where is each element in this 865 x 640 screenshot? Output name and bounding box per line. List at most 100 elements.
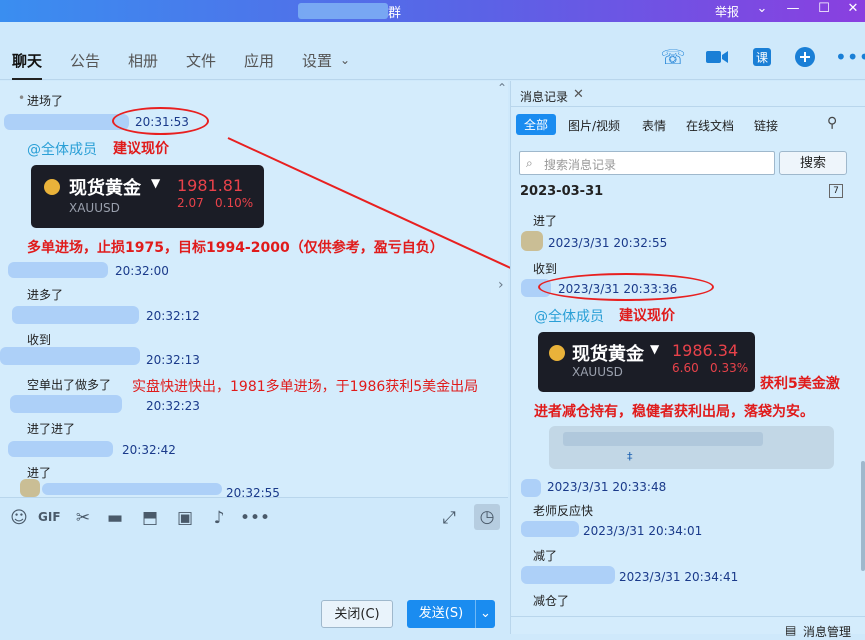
maximize-icon[interactable]: ☐ xyxy=(814,1,834,16)
more-icon[interactable]: ••• xyxy=(835,44,865,70)
tab-apps[interactable]: 应用 xyxy=(244,50,274,71)
mention-all[interactable]: @全体成员 xyxy=(534,306,604,326)
phone-call-icon[interactable]: ☏ xyxy=(660,44,686,70)
quote-percent: 0.33% xyxy=(710,361,749,375)
annotation-advice: 进者减仓持有，稳健者获利出局，落袋为安。 xyxy=(534,404,814,420)
tab-announcement[interactable]: 公告 xyxy=(70,50,100,71)
quote-code: XAUUSD xyxy=(69,201,120,215)
gif-icon[interactable]: GIF xyxy=(38,510,61,524)
calendar-icon[interactable]: 7 xyxy=(829,184,843,198)
quote-name: 现货黄金 xyxy=(69,178,141,199)
quote-change: 6.60 xyxy=(672,361,699,375)
bell-icon[interactable]: ♪ xyxy=(208,508,230,528)
message-input[interactable]: 关闭(C) 发送(S) ⌄ xyxy=(0,541,508,634)
manage-icon[interactable]: ▤ xyxy=(785,623,796,637)
send-button[interactable]: 发送(S) xyxy=(407,600,475,628)
blurred-group-name xyxy=(298,3,388,19)
more-tools-icon[interactable]: ••• xyxy=(240,508,270,528)
history-tab-stickers[interactable]: 表情 xyxy=(642,117,666,134)
bullet: • xyxy=(18,91,26,105)
emoji-icon[interactable]: ☺ xyxy=(8,508,30,528)
tab-files[interactable]: 文件 xyxy=(186,50,216,71)
scrollbar[interactable] xyxy=(861,461,865,571)
title-bar: 群 举报 ⌄ — ☐ ✕ xyxy=(0,0,865,22)
screenshot-icon[interactable]: ⬒ xyxy=(139,508,161,528)
blurred-sender xyxy=(10,395,122,413)
annotation-profit: 获利5美金激 xyxy=(760,376,840,392)
blurred-sender xyxy=(0,347,140,365)
quote-price: 1981.81 xyxy=(177,176,244,195)
history-tab-links[interactable]: 链接 xyxy=(754,117,778,134)
blurred-sender xyxy=(8,262,108,278)
message-manage-link[interactable]: 消息管理 xyxy=(803,623,851,640)
advice-label: 建议现价 xyxy=(619,308,675,324)
blurred-sender xyxy=(521,479,541,497)
history-tab-media[interactable]: 图片/视频 xyxy=(568,117,620,134)
history-time: 2023/3/31 20:34:41 xyxy=(619,570,739,584)
advice-label: 建议现价 xyxy=(113,141,169,157)
chevron-down-icon[interactable]: ⌄ xyxy=(752,1,772,16)
quote-change: 2.07 xyxy=(177,196,204,210)
blurred-message-card: ‡ xyxy=(549,426,834,469)
course-icon[interactable]: 课 xyxy=(749,44,775,70)
history-date: 2023-03-31 xyxy=(520,184,604,199)
minimize-icon[interactable]: — xyxy=(783,1,803,16)
chat-area: • 进场了 20:31:53 @全体成员 建议现价 现货黄金 ▼ XAUUSD … xyxy=(0,81,508,497)
message-time: 20:32:13 xyxy=(146,353,200,367)
gold-quote-card[interactable]: 现货黄金 ▼ XAUUSD 1986.34 6.60 0.33% xyxy=(538,332,755,392)
message-text: 空单出了做多了 xyxy=(27,378,112,392)
gold-coin-icon xyxy=(549,345,565,361)
history-message: 减仓了 xyxy=(533,594,570,608)
tab-chat[interactable]: 聊天 xyxy=(12,50,43,80)
history-message: 减了 xyxy=(533,549,558,563)
scissors-icon[interactable]: ✂ xyxy=(72,508,94,528)
image-icon[interactable]: ▣ xyxy=(174,508,196,528)
search-placeholder: 搜索消息记录 xyxy=(544,158,617,172)
blurred-sender xyxy=(521,566,615,584)
chevron-down-icon[interactable]: ⌄ xyxy=(340,53,350,67)
report-link[interactable]: 举报 xyxy=(715,3,739,20)
blurred-sender xyxy=(8,441,113,457)
history-time: 2023/3/31 20:32:55 xyxy=(548,236,668,250)
message-time: 20:32:23 xyxy=(146,399,200,413)
avatar xyxy=(521,231,543,251)
message-time: 20:32:42 xyxy=(122,443,176,457)
panel-title: 消息记录 xyxy=(520,90,569,104)
blurred-sender xyxy=(521,521,579,537)
history-search-input[interactable]: ⌕ 搜索消息记录 xyxy=(519,151,775,175)
history-tab-all[interactable]: 全部 xyxy=(516,114,557,135)
mention-all[interactable]: @全体成员 xyxy=(27,139,97,159)
add-icon[interactable] xyxy=(792,44,818,70)
history-panel: 消息记录 ✕ 全部 图片/视频 表情 在线文档 链接 ⚲ ⌕ 搜索消息记录 搜索… xyxy=(510,81,865,639)
history-clock-icon[interactable]: ◷ xyxy=(474,504,500,530)
gold-quote-card[interactable]: 现货黄金 ▼ XAUUSD 1981.81 2.07 0.10% xyxy=(31,165,264,228)
video-call-icon[interactable] xyxy=(704,44,730,70)
close-button[interactable]: 关闭(C) xyxy=(321,600,393,628)
quote-percent: 0.10% xyxy=(215,196,254,210)
history-message: 进了 xyxy=(533,214,558,228)
dropdown-icon: ▼ xyxy=(151,176,161,190)
tab-album[interactable]: 相册 xyxy=(128,50,158,71)
message-text: 收到 xyxy=(27,333,52,347)
tab-settings[interactable]: 设置 xyxy=(302,50,332,71)
gold-coin-icon xyxy=(44,179,60,195)
history-message: 收到 xyxy=(533,262,558,276)
history-tab-docs[interactable]: 在线文档 xyxy=(686,117,734,134)
annotation-exit: 实盘快进快出，1981多单进场，于1986获利5美金出局 xyxy=(132,379,479,395)
filter-icon[interactable]: ⚲ xyxy=(827,115,837,131)
message-text: 进了进了 xyxy=(27,422,76,436)
folder-icon[interactable]: ▬ xyxy=(104,508,126,528)
send-options-chevron-icon[interactable]: ⌄ xyxy=(475,600,495,628)
blurred-sender xyxy=(4,114,129,130)
message-text: 进多了 xyxy=(27,288,64,302)
expand-arrow-icon[interactable]: › xyxy=(498,277,504,293)
quote-price: 1986.34 xyxy=(672,341,739,360)
expand-icon[interactable]: ⤢ xyxy=(438,508,460,528)
collapse-up-icon[interactable]: ⌃ xyxy=(497,81,507,95)
close-panel-icon[interactable]: ✕ xyxy=(573,87,584,102)
search-button[interactable]: 搜索 xyxy=(779,151,847,175)
history-time: 2023/3/31 20:34:01 xyxy=(583,524,703,538)
close-window-icon[interactable]: ✕ xyxy=(843,1,863,16)
message-time: 20:32:55 xyxy=(226,486,280,497)
message-time: 20:32:12 xyxy=(146,309,200,323)
